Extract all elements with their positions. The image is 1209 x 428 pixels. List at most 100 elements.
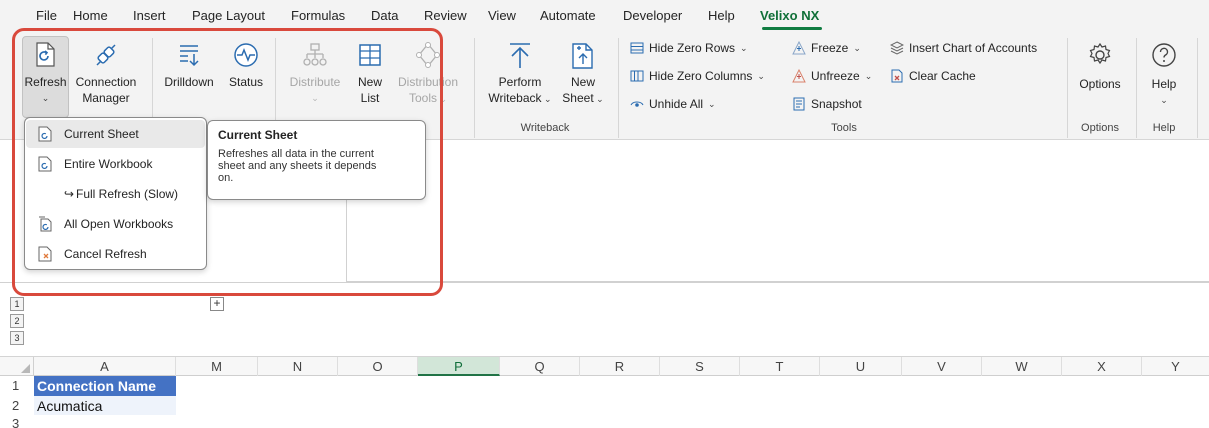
refresh-button[interactable]: Refresh ⌄ bbox=[22, 42, 69, 106]
question-mark-icon bbox=[1152, 43, 1176, 67]
column-header-m[interactable]: M bbox=[176, 357, 258, 376]
clear-cache-button[interactable]: Clear Cache bbox=[890, 69, 976, 83]
tab-view[interactable]: View bbox=[488, 8, 516, 23]
cell-a1[interactable]: Connection Name bbox=[34, 376, 176, 396]
outline-level-2-button[interactable]: 2 bbox=[10, 314, 24, 328]
column-header-q[interactable]: Q bbox=[500, 357, 580, 376]
layers-icon bbox=[890, 41, 904, 55]
snapshot-label: Snapshot bbox=[811, 97, 862, 111]
hide-zero-rows-button[interactable]: Hide Zero Rows ⌄ bbox=[630, 41, 748, 55]
snapshot-icon bbox=[793, 97, 805, 111]
current-sheet-tooltip: Current Sheet Refreshes all data in the … bbox=[207, 120, 426, 200]
workbook-refresh-icon bbox=[38, 156, 52, 172]
distribute-label: Distribute bbox=[289, 75, 341, 89]
menu-item-entire-workbook[interactable]: Entire Workbook bbox=[26, 150, 205, 178]
column-header-w[interactable]: W bbox=[982, 357, 1062, 376]
tab-home[interactable]: Home bbox=[73, 8, 108, 23]
menu-item-full-refresh[interactable]: ↪ Full Refresh (Slow) bbox=[26, 180, 205, 208]
unhide-all-button[interactable]: Unhide All ⌄ bbox=[630, 97, 716, 111]
help-group-label: Help bbox=[1152, 122, 1176, 134]
insert-chart-of-accounts-label: Insert Chart of Accounts bbox=[909, 41, 1038, 55]
refresh-dropdown-menu: Current Sheet Entire Workbook ↪ Full Ref… bbox=[24, 117, 207, 270]
outline-level-3-button[interactable]: 3 bbox=[10, 331, 24, 345]
snapshot-button[interactable]: Snapshot bbox=[792, 97, 862, 111]
status-button[interactable]: Status bbox=[224, 42, 268, 90]
ribbon-separator bbox=[1067, 38, 1068, 138]
column-header-y[interactable]: Y bbox=[1142, 357, 1209, 376]
distribution-tools-icon bbox=[416, 42, 440, 68]
tab-page-layout[interactable]: Page Layout bbox=[192, 8, 265, 23]
menu-item-all-open-workbooks[interactable]: All Open Workbooks bbox=[26, 210, 205, 238]
ribbon-separator bbox=[1136, 38, 1137, 138]
tab-developer[interactable]: Developer bbox=[623, 8, 682, 23]
tab-velixo-nx[interactable]: Velixo NX bbox=[760, 8, 819, 23]
chevron-down-icon: ⌄ bbox=[708, 98, 716, 109]
distribution-tools-line2: Tools ⌄ bbox=[408, 91, 448, 105]
expand-group-button[interactable]: + bbox=[210, 297, 224, 311]
tab-file[interactable]: File bbox=[36, 8, 57, 23]
unfreeze-button[interactable]: Unfreeze ⌄ bbox=[792, 69, 872, 83]
refresh-label: Refresh bbox=[24, 75, 67, 89]
freeze-button[interactable]: Freeze ⌄ bbox=[792, 41, 861, 55]
select-all-corner[interactable] bbox=[0, 357, 34, 376]
perform-writeback-button[interactable]: Perform Writeback ⌄ bbox=[482, 42, 558, 107]
tools-group-label: Tools bbox=[831, 122, 857, 134]
insert-chart-of-accounts-button[interactable]: Insert Chart of Accounts bbox=[890, 41, 1037, 55]
tab-automate[interactable]: Automate bbox=[540, 8, 596, 23]
drilldown-button[interactable]: Drilldown bbox=[160, 42, 218, 90]
chevron-down-icon: ⌄ bbox=[1160, 95, 1168, 105]
new-list-button[interactable]: New List bbox=[352, 42, 388, 106]
tab-review[interactable]: Review bbox=[424, 8, 467, 23]
row-header-1[interactable]: 1 bbox=[0, 376, 34, 396]
chevron-down-icon: ⌄ bbox=[593, 94, 604, 104]
column-header-s[interactable]: S bbox=[660, 357, 740, 376]
distribute-hierarchy-icon bbox=[303, 43, 327, 66]
perform-writeback-line2: Writeback ⌄ bbox=[488, 91, 552, 105]
hide-zero-columns-button[interactable]: Hide Zero Columns ⌄ bbox=[630, 69, 765, 83]
clear-cache-icon bbox=[891, 69, 903, 83]
tooltip-body-line1: Refreshes all data in the current bbox=[218, 148, 374, 160]
row-header-2[interactable]: 2 bbox=[0, 396, 34, 416]
outline-level-1-button[interactable]: 1 bbox=[10, 297, 24, 311]
menu-tab-bar: File Home Insert Page Layout Formulas Da… bbox=[0, 0, 1209, 32]
chevron-down-icon: ⌄ bbox=[436, 94, 448, 104]
tab-formulas[interactable]: Formulas bbox=[291, 8, 345, 23]
column-header-n[interactable]: N bbox=[258, 357, 338, 376]
tooltip-body-line2: sheet and any sheets it depends bbox=[218, 160, 377, 172]
tab-data[interactable]: Data bbox=[371, 8, 398, 23]
column-header-o[interactable]: O bbox=[338, 357, 418, 376]
menu-item-cancel-refresh[interactable]: Cancel Refresh bbox=[26, 240, 205, 268]
chevron-down-icon: ⌄ bbox=[853, 42, 861, 53]
distribution-tools-button[interactable]: Distribution Tools ⌄ bbox=[392, 42, 464, 107]
connection-manager-button[interactable]: Connection Manager bbox=[71, 42, 141, 106]
tooltip-title: Current Sheet bbox=[218, 128, 298, 142]
help-button[interactable]: Help ⌄ bbox=[1142, 42, 1186, 108]
column-header-a[interactable]: A bbox=[34, 357, 176, 376]
rows-icon bbox=[630, 42, 644, 54]
tab-insert[interactable]: Insert bbox=[133, 8, 166, 23]
freeze-label: Freeze bbox=[811, 41, 849, 55]
column-header-row: A M N O P Q R S T U V W X Y bbox=[0, 356, 1209, 376]
chevron-down-icon: ⌄ bbox=[864, 70, 873, 81]
distribute-button[interactable]: Distribute ⌄ bbox=[284, 42, 346, 106]
new-sheet-icon bbox=[572, 43, 593, 69]
menu-item-current-sheet[interactable]: Current Sheet bbox=[26, 120, 205, 148]
pane-divider bbox=[0, 282, 1209, 283]
column-header-t[interactable]: T bbox=[740, 357, 820, 376]
help-label: Help bbox=[1151, 77, 1177, 91]
new-list-line2: List bbox=[360, 91, 380, 105]
options-button[interactable]: Options bbox=[1073, 42, 1127, 92]
cell-a2[interactable]: Acumatica bbox=[34, 396, 176, 415]
column-header-u[interactable]: U bbox=[820, 357, 902, 376]
new-sheet-button[interactable]: New Sheet ⌄ bbox=[560, 42, 606, 107]
row-header-3[interactable]: 3 bbox=[0, 414, 34, 428]
connection-label-line1: Connection bbox=[75, 75, 137, 89]
sheet-refresh-icon bbox=[38, 126, 52, 142]
column-header-r[interactable]: R bbox=[580, 357, 660, 376]
column-header-x[interactable]: X bbox=[1062, 357, 1142, 376]
cancel-refresh-icon bbox=[38, 246, 52, 262]
status-label: Status bbox=[228, 75, 264, 89]
column-header-v[interactable]: V bbox=[902, 357, 982, 376]
tab-help[interactable]: Help bbox=[708, 8, 735, 23]
column-header-p[interactable]: P bbox=[418, 357, 500, 376]
